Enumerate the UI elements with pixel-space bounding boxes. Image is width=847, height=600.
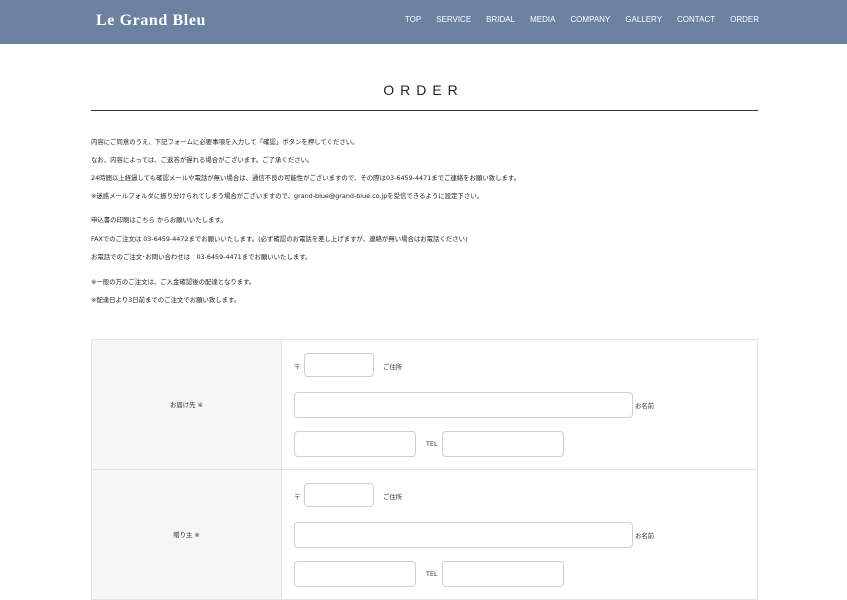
site-header: Le Grand Bleu TOP SERVICE BRIDAL MEDIA C…: [0, 0, 847, 44]
notice-line: ※迷惑メールフォルダに振り分けられてしまう場合がございますので、grand-bl…: [91, 192, 483, 200]
site-logo[interactable]: Le Grand Bleu: [96, 12, 206, 30]
nav-item-media[interactable]: MEDIA: [530, 15, 555, 24]
notice-line: ※配達日より3日前までのご注文でお願い致します。: [91, 296, 241, 304]
nav-item-contact[interactable]: CONTACT: [677, 15, 715, 24]
nav-item-gallery[interactable]: GALLERY: [625, 15, 662, 24]
notice-line: 24時間以上経過しても確認メールや電話が無い場合は、通信不良の可能性がございます…: [91, 174, 521, 182]
order-form: お届け先 ※ 〒 ご住所 お名前 TEL 贈り主 ※ 〒 ご住所 お名前 TEL: [91, 339, 758, 600]
sender-name-input[interactable]: [294, 561, 416, 587]
sender-address-input[interactable]: [294, 522, 633, 548]
sender-fields: 〒 ご住所 お名前 TEL: [281, 469, 758, 600]
postal-mark: 〒: [294, 493, 301, 501]
postal-mark: 〒: [294, 363, 301, 371]
tel-label: TEL: [426, 440, 438, 448]
delivery-tel-input[interactable]: [442, 431, 564, 457]
main-nav: TOP SERVICE BRIDAL MEDIA COMPANY GALLERY…: [405, 15, 759, 24]
name-label: お名前: [635, 402, 655, 410]
nav-item-company[interactable]: COMPANY: [570, 15, 610, 24]
notice-line: お電話でのご注文･お問い合わせは 03-6459-4471までお願いいたします。: [91, 253, 312, 261]
field-label-delivery: お届け先 ※: [91, 339, 282, 470]
field-label-sender: 贈り主 ※: [91, 469, 282, 600]
form-row-sender: 贈り主 ※ 〒 ご住所 お名前 TEL: [91, 469, 758, 600]
delivery-address-input[interactable]: [294, 392, 633, 418]
notice-line: ※一般の方のご注文は、ご入金確認後の配達となります。: [91, 278, 256, 286]
nav-item-bridal[interactable]: BRIDAL: [486, 15, 515, 24]
form-row-delivery: お届け先 ※ 〒 ご住所 お名前 TEL: [91, 339, 758, 470]
nav-item-service[interactable]: SERVICE: [436, 15, 471, 24]
nav-item-order[interactable]: ORDER: [730, 15, 759, 24]
notice-line: 申込書の印刷はこちら からお願いいたします。: [91, 216, 227, 224]
notice-line: FAXでのご注文は 03-6459-4472までお願いいたします。(必ず確認のお…: [91, 235, 468, 243]
title-divider: [91, 110, 758, 111]
name-label: お名前: [635, 532, 655, 540]
page-title: ORDER: [383, 82, 464, 98]
sender-tel-input[interactable]: [442, 561, 564, 587]
delivery-postal-input[interactable]: [304, 353, 374, 377]
address-label: ご住所: [383, 363, 403, 371]
notice-line: なお、内容によっては、ご返答が遅れる場合がございます。ご了承ください。: [91, 156, 314, 164]
notice-line: 内容にご同意のうえ、下記フォームに必要事項を入力して「確認」ボタンを押してくださ…: [91, 138, 359, 146]
tel-label: TEL: [426, 570, 438, 578]
sender-postal-input[interactable]: [304, 483, 374, 507]
delivery-fields: 〒 ご住所 お名前 TEL: [281, 339, 758, 470]
delivery-name-input[interactable]: [294, 431, 416, 457]
address-label: ご住所: [383, 493, 403, 501]
nav-item-top[interactable]: TOP: [405, 15, 421, 24]
